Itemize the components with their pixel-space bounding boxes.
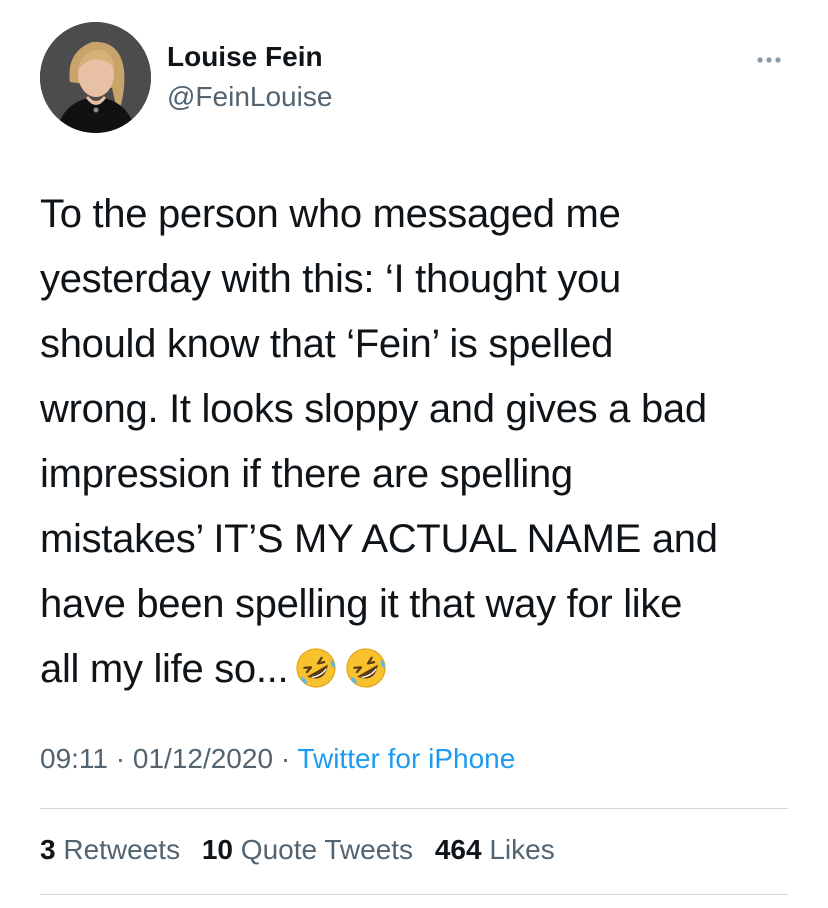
more-options-icon[interactable]: [754, 50, 794, 70]
avatar-image: [40, 22, 151, 133]
tweet-line: wrong. It looks sloppy and gives a bad: [40, 387, 707, 431]
tweet-text: To the person who messaged me yesterday …: [40, 182, 800, 702]
tweet-stats: 3 Retweets 10 Quote Tweets 464 Likes: [40, 834, 569, 866]
tweet-date[interactable]: 01/12/2020: [133, 743, 273, 774]
tweet-line: mistakes’ IT’S MY ACTUAL NAME and: [40, 517, 718, 561]
rolling-on-floor-laughing-icon: [344, 646, 388, 690]
retweets-stat[interactable]: 3 Retweets: [40, 834, 180, 865]
tweet-header: Louise Fein @FeinLouise: [40, 22, 800, 134]
tweet-line: all my life so...: [40, 647, 289, 691]
tweet-time[interactable]: 09:11: [40, 743, 108, 774]
quote-tweets-count: 10: [201, 834, 234, 865]
divider: [40, 808, 788, 809]
likes-label: Likes: [489, 834, 555, 865]
quote-tweets-label: Quote Tweets: [240, 834, 414, 865]
user-name[interactable]: Louise Fein: [167, 41, 323, 73]
user-handle[interactable]: @FeinLouise: [167, 81, 332, 113]
likes-stat[interactable]: 464 Likes: [435, 834, 555, 865]
tweet-last-line: all my life so...: [40, 637, 800, 702]
retweets-label: Retweets: [63, 834, 181, 865]
divider: [40, 894, 788, 895]
tweet-source-link[interactable]: Twitter for iPhone: [297, 743, 515, 774]
meta-separator: ·: [115, 743, 126, 774]
retweets-count: 3: [40, 834, 56, 865]
rolling-on-floor-laughing-icon: [294, 646, 338, 690]
tweet-meta: 09:11 · 01/12/2020 · Twitter for iPhone: [40, 743, 515, 775]
tweet-line: impression if there are spelling: [40, 452, 573, 496]
likes-count: 464: [434, 834, 482, 865]
tweet-line: should know that ‘Fein’ is spelled: [40, 322, 614, 366]
meta-separator: ·: [280, 743, 291, 774]
tweet-line: yesterday with this: ‘I thought you: [40, 257, 621, 301]
tweet-line: have been spelling it that way for like: [40, 582, 683, 626]
avatar[interactable]: [40, 22, 151, 133]
quote-tweets-stat[interactable]: 10 Quote Tweets: [202, 834, 413, 865]
tweet-line: To the person who messaged me: [40, 192, 621, 236]
